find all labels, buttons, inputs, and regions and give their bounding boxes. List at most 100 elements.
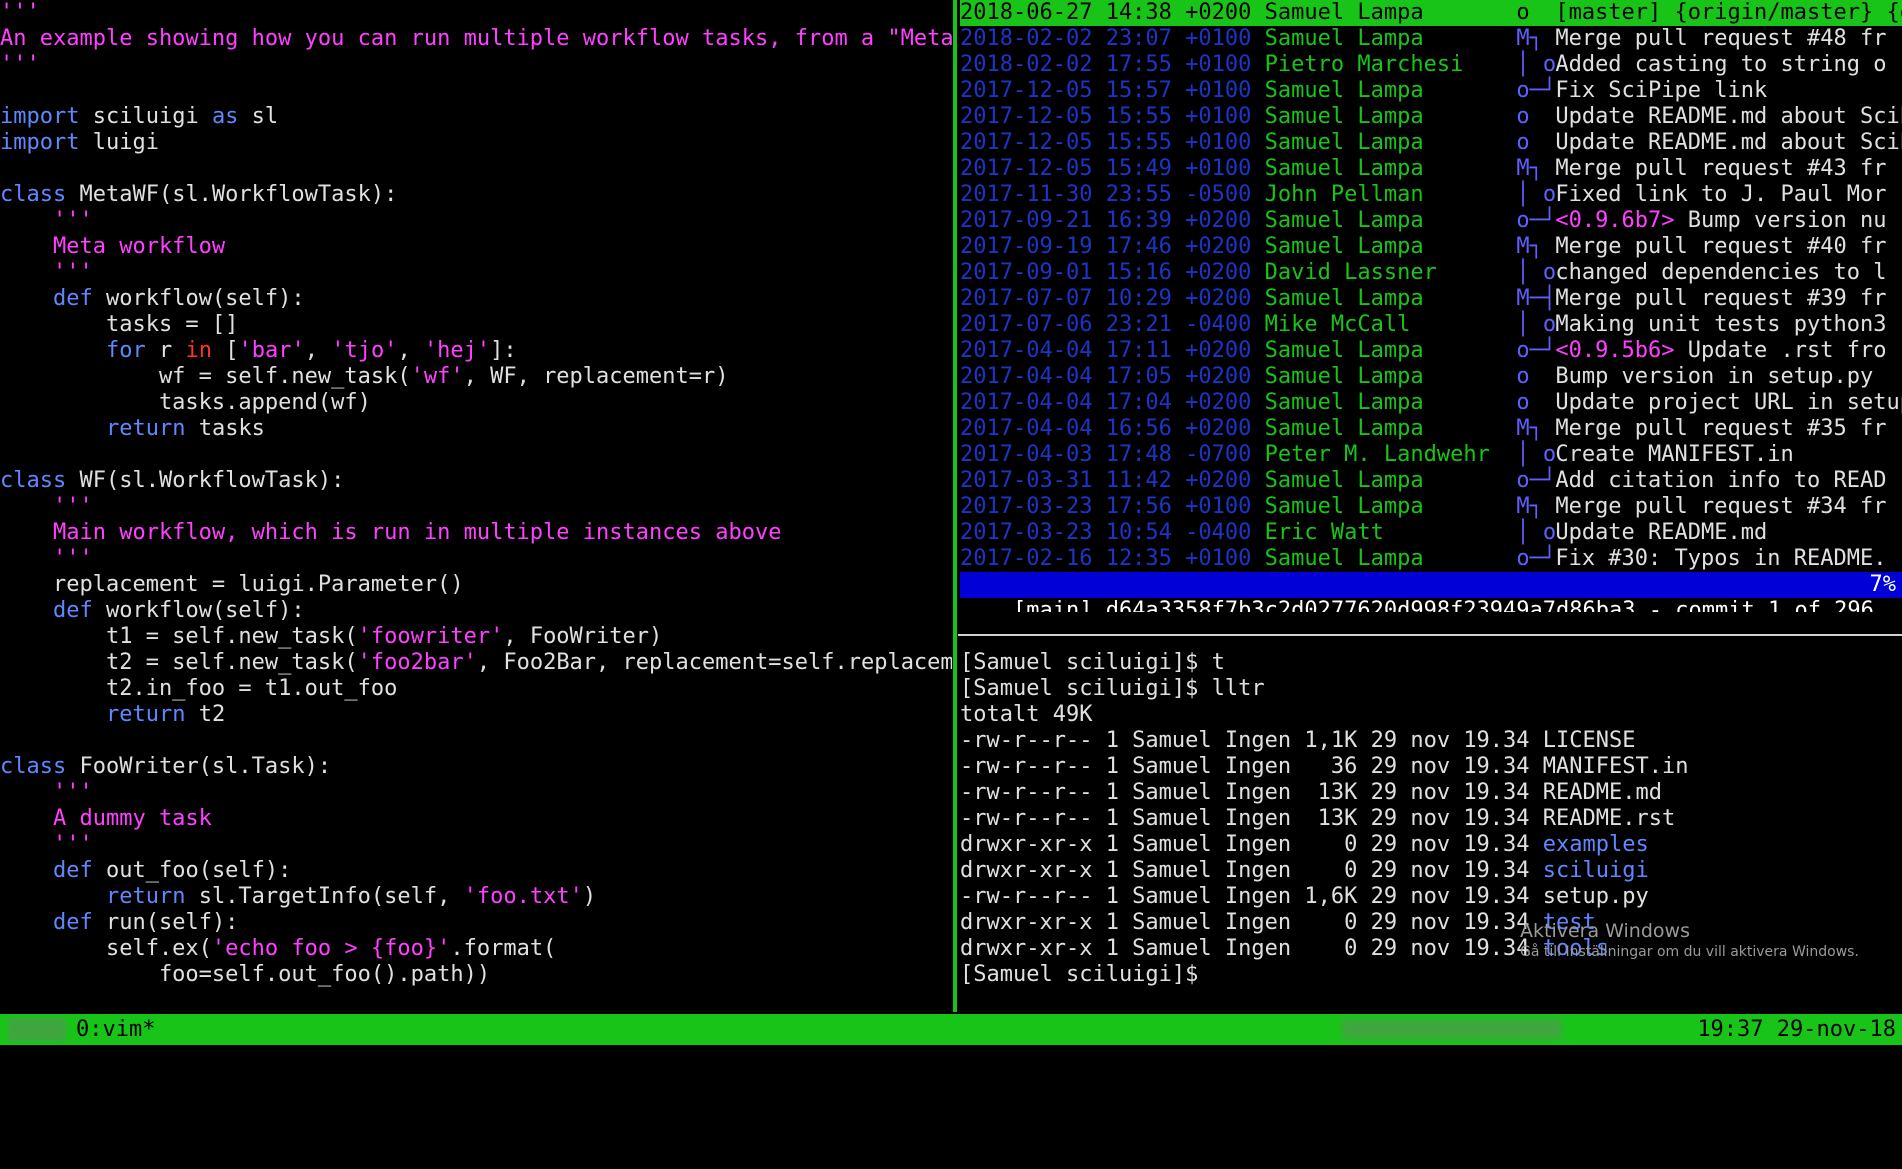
- commit-row[interactable]: 2017-12-05 15:55 +0100 Samuel Lampa o Upd…: [960, 104, 1902, 130]
- commit-row[interactable]: 2017-12-05 15:55 +0100 Samuel Lampa o Upd…: [960, 130, 1902, 156]
- commit-message: Update README.md: [1555, 520, 1768, 545]
- watermark-subtitle: Gå till Inställningar om du vill aktiver…: [1520, 944, 1859, 960]
- code-token: class: [0, 468, 67, 493]
- commit-row[interactable]: 2017-03-31 11:42 +0200 Samuel Lampa o─┘A…: [960, 468, 1902, 494]
- commit-row[interactable]: 2017-12-05 15:49 +0100 Samuel Lampa M┐ Me…: [960, 156, 1902, 182]
- commit-row[interactable]: 2017-03-23 17:56 +0100 Samuel Lampa M┐ Me…: [960, 494, 1902, 520]
- commit-row[interactable]: 2017-04-04 17:05 +0200 Samuel Lampa o Bum…: [960, 364, 1902, 390]
- shell-text: totalt 49K: [960, 702, 1093, 727]
- code-token: def: [52, 910, 93, 935]
- commit-row[interactable]: 2017-04-04 17:04 +0200 Samuel Lampa o Upd…: [960, 390, 1902, 416]
- shell-line: -rw-r--r-- 1 Samuel Ingen 1,6K 29 nov 19…: [960, 884, 1902, 910]
- code-line: A dummy task: [0, 806, 952, 832]
- code-line: t1 = self.new_task('foowriter', FooWrite…: [0, 624, 952, 650]
- commit-author: Samuel Lampa: [1264, 0, 1504, 25]
- code-line: class MetaWF(sl.WorkflowTask):: [0, 182, 952, 208]
- commit-message: Update README.md about SciP: [1555, 104, 1902, 129]
- commit-message: Merge pull request #43 fr: [1555, 156, 1887, 181]
- tig-log-pane[interactable]: 2018-06-27 14:38 +0200 Samuel Lampa o [ma…: [960, 0, 1902, 612]
- code-line: import luigi: [0, 130, 952, 156]
- commit-row[interactable]: 2017-09-01 15:16 +0200 David Lassner │ o…: [960, 260, 1902, 286]
- code-token: import: [0, 104, 80, 129]
- commit-row[interactable]: 2017-07-06 23:21 -0400 Mike McCall │ oMa…: [960, 312, 1902, 338]
- shell-line: totalt 49K: [960, 702, 1902, 728]
- commit-row[interactable]: 2017-11-30 23:55 -0500 John Pellman │ oF…: [960, 182, 1902, 208]
- code-token: wf = self.new_task(: [0, 364, 411, 389]
- commit-author: Samuel Lampa: [1264, 234, 1504, 259]
- commit-row[interactable]: 2017-04-04 16:56 +0200 Samuel Lampa M┐ Me…: [960, 416, 1902, 442]
- code-token: sl: [238, 104, 279, 129]
- directory-name: examples: [1542, 832, 1649, 857]
- commit-graph: o─┘: [1516, 208, 1557, 233]
- code-token: out_foo(self):: [92, 858, 292, 883]
- code-token: ]:: [490, 338, 517, 363]
- code-line: ''': [0, 0, 952, 26]
- commit-message: Create MANIFEST.in: [1555, 442, 1794, 467]
- code-token: return: [105, 416, 186, 441]
- code-token: 'wf': [410, 364, 464, 389]
- commit-row[interactable]: 2017-09-21 16:39 +0200 Samuel Lampa o─┘<…: [960, 208, 1902, 234]
- shell-pane[interactable]: [Samuel sciluigi]$ t [Samuel sciluigi]$ l…: [960, 636, 1902, 1026]
- commit-date: 2017-03-23 10:54 -0400: [960, 520, 1252, 545]
- commit-row[interactable]: 2017-02-16 12:35 +0100 Samuel Lampa o─┘F…: [960, 546, 1902, 572]
- shell-text: -rw-r--r-- 1 Samuel Ingen 1,6K 29 nov 19…: [960, 884, 1543, 909]
- file-name: LICENSE: [1542, 728, 1636, 753]
- code-line: foo=self.out_foo().path)): [0, 962, 952, 988]
- commit-graph: M┐: [1516, 234, 1543, 259]
- commit-message: Add citation info to READ: [1555, 468, 1887, 493]
- code-token: replacement = luigi.Parameter(): [0, 572, 464, 597]
- code-line: import sciluigi as sl: [0, 104, 952, 130]
- code-token: foo=self.out_foo().path)): [0, 962, 491, 987]
- code-token: , FooWriter): [503, 624, 663, 649]
- commit-row[interactable]: 2017-04-03 17:48 -0700 Peter M. Landwehr…: [960, 442, 1902, 468]
- commit-row[interactable]: 2017-04-04 17:11 +0200 Samuel Lampa o─┘<…: [960, 338, 1902, 364]
- code-token: for: [105, 338, 146, 363]
- code-line: ''': [0, 832, 952, 858]
- code-line: replacement = luigi.Parameter(): [0, 572, 952, 598]
- code-token: class: [0, 182, 67, 207]
- commit-message: Bump version nu: [1674, 208, 1887, 233]
- commit-author: Mike McCall: [1264, 312, 1504, 337]
- commit-row[interactable]: 2018-02-02 17:55 +0100 Pietro Marchesi │…: [960, 52, 1902, 78]
- commit-graph: │ o: [1516, 52, 1557, 77]
- commit-graph: │ o: [1516, 520, 1557, 545]
- commit-graph: o: [1516, 364, 1530, 389]
- code-line: ''': [0, 780, 952, 806]
- commit-graph: o: [1516, 0, 1530, 25]
- shell-text: [Samuel sciluigi]$ t: [960, 650, 1225, 675]
- commit-message: Update README.md about SciP: [1555, 130, 1902, 155]
- code-token: Meta workflow: [0, 234, 226, 259]
- commit-date: 2017-02-16 12:35 +0100: [960, 546, 1252, 571]
- commit-row[interactable]: 2018-06-27 14:38 +0200 Samuel Lampa o [ma…: [960, 0, 1902, 26]
- directory-name: sciluigi: [1542, 858, 1649, 883]
- vim-editor-pane[interactable]: ''' An example showing how you can run mu…: [0, 0, 952, 1012]
- commit-row[interactable]: 2018-02-02 23:07 +0100 Samuel Lampa M┐ Me…: [960, 26, 1902, 52]
- shell-text: drwxr-xr-x 1 Samuel Ingen 0 29 nov 19.34: [960, 832, 1543, 857]
- pane-divider-vertical[interactable]: [953, 0, 957, 1012]
- commit-row[interactable]: 2017-12-05 15:57 +0100 Samuel Lampa o─┘F…: [960, 78, 1902, 104]
- shell-text: [Samuel sciluigi]$ lltr: [960, 676, 1265, 701]
- commit-date: 2017-12-05 15:55 +0100: [960, 104, 1252, 129]
- code-token: def: [52, 286, 93, 311]
- code-line: Meta workflow: [0, 234, 952, 260]
- commit-row[interactable]: 2017-09-19 17:46 +0200 Samuel Lampa M┐ Me…: [960, 234, 1902, 260]
- code-token: return: [105, 702, 186, 727]
- file-name: README.md: [1542, 780, 1663, 805]
- commit-graph: o: [1516, 390, 1530, 415]
- commit-message: Added casting to string o: [1555, 52, 1887, 77]
- tmux-window-tab[interactable]: 0:vim*: [76, 1014, 155, 1045]
- commit-author: Samuel Lampa: [1264, 494, 1504, 519]
- code-token: self.ex(: [0, 936, 212, 961]
- commit-row[interactable]: 2017-07-07 10:29 +0200 Samuel Lampa M─┤M…: [960, 286, 1902, 312]
- commit-row[interactable]: 2017-03-23 10:54 -0400 Eric Watt │ oUpda…: [960, 520, 1902, 546]
- commit-date: 2017-12-05 15:57 +0100: [960, 78, 1252, 103]
- code-token: t2: [185, 702, 226, 727]
- code-token: tasks = []: [0, 312, 239, 337]
- shell-text: drwxr-xr-x 1 Samuel Ingen 0 29 nov 19.34: [960, 858, 1543, 883]
- code-line: for r in ['bar', 'tjo', 'hej']:: [0, 338, 952, 364]
- commit-graph: │ o: [1516, 260, 1557, 285]
- code-token: tasks: [185, 416, 265, 441]
